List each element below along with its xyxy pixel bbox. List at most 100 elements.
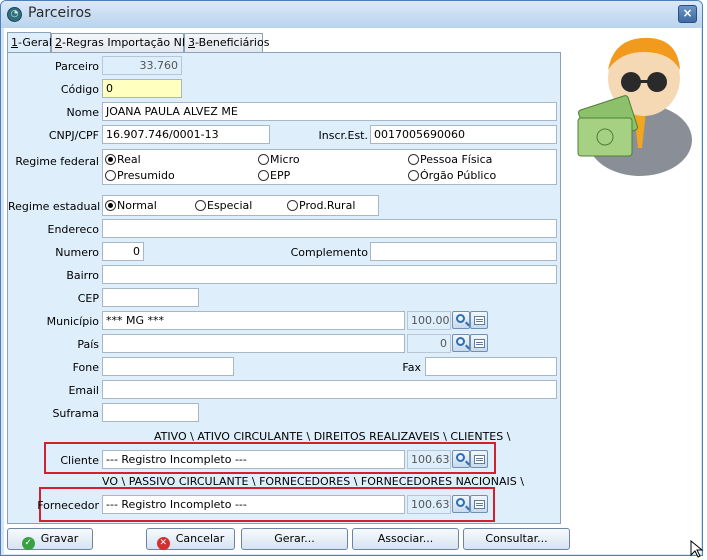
tab-geral[interactable]: 1-Geral — [7, 32, 52, 53]
tab-geral-label: -Geral — [18, 36, 52, 49]
fone-label: Fone — [72, 361, 99, 374]
gravar-button[interactable]: ✓ Gravar — [7, 528, 93, 550]
municipio-field[interactable]: *** MG *** — [102, 311, 405, 330]
mascot-glass-bridge — [640, 80, 648, 83]
cancelar-label: Cancelar — [175, 532, 225, 545]
radio-prod-rural[interactable]: Prod.Rural — [287, 199, 355, 212]
cnpj-field[interactable]: 16.907.746/0001-13 — [102, 125, 270, 144]
municipio-list-button[interactable] — [470, 311, 488, 329]
regime-estadual-label: Regime estadual — [8, 200, 101, 213]
fornecedor-code: 100.631 — [407, 495, 451, 514]
radio-presumido-dot — [105, 170, 116, 181]
numero-field[interactable]: 0 — [102, 242, 144, 261]
complemento-field[interactable] — [370, 242, 557, 261]
tab-regras-label: -Regras Importação NFe — [62, 36, 195, 49]
inscr-est-field[interactable]: 0017005690060 — [370, 125, 557, 144]
window-title: Parceiros — [28, 5, 92, 21]
radio-presumido-label: Presumido — [117, 169, 175, 182]
gerar-label: Gerar... — [274, 532, 315, 545]
list-icon — [474, 500, 485, 509]
list-icon — [474, 316, 485, 325]
radio-real[interactable]: Real — [105, 153, 141, 166]
gerar-button[interactable]: Gerar... — [241, 528, 348, 550]
email-label: Email — [68, 384, 99, 397]
fornecedor-list-button[interactable] — [470, 495, 488, 513]
radio-normal[interactable]: Normal — [105, 199, 157, 212]
fornecedor-field[interactable]: --- Registro Incompleto --- — [102, 495, 405, 514]
fone-field[interactable] — [102, 357, 234, 376]
radio-real-dot — [105, 154, 116, 165]
nome-field[interactable]: JOANA PAULA ALVEZ ME — [102, 102, 557, 121]
radio-epp[interactable]: EPP — [258, 169, 290, 182]
tab-beneficiarios[interactable]: 3-Beneficiários — [184, 33, 269, 53]
bairro-field[interactable] — [102, 265, 557, 284]
cancel-icon: ✕ — [156, 537, 170, 550]
radio-micro[interactable]: Micro — [258, 153, 300, 166]
email-field[interactable] — [102, 380, 557, 399]
radio-real-label: Real — [117, 153, 141, 166]
radio-micro-label: Micro — [270, 153, 300, 166]
cliente-code: 100.630 — [407, 450, 451, 469]
search-icon — [456, 337, 465, 346]
radio-orgao-publico[interactable]: Órgão Público — [408, 169, 496, 182]
cep-field[interactable] — [102, 288, 199, 307]
tab-regras-importacao[interactable]: 2-Regras Importação NFe — [51, 33, 194, 53]
suframa-field[interactable] — [102, 403, 199, 422]
cliente-search-button[interactable] — [452, 450, 470, 468]
municipio-code: 100.000 — [407, 311, 451, 330]
radio-normal-label: Normal — [117, 199, 157, 212]
radio-pessoa-fisica-dot — [408, 154, 419, 165]
codigo-field[interactable]: 0 — [102, 79, 182, 98]
gravar-label: Gravar — [40, 532, 79, 545]
cliente-field[interactable]: --- Registro Incompleto --- — [102, 450, 405, 469]
fornecedor-search-button[interactable] — [452, 495, 470, 513]
close-button[interactable]: × — [678, 5, 697, 23]
endereco-field[interactable] — [102, 219, 557, 238]
pais-code: 0 — [407, 334, 451, 353]
codigo-label: Código — [60, 83, 99, 96]
nome-label: Nome — [66, 106, 99, 119]
list-icon — [474, 455, 485, 464]
consultar-button[interactable]: Consultar... — [463, 528, 570, 550]
radio-especial-label: Especial — [207, 199, 253, 212]
fornecedor-label: Fornecedor — [37, 499, 99, 512]
radio-prod-rural-label: Prod.Rural — [299, 199, 356, 212]
search-icon — [456, 453, 465, 462]
mascot-glass-left — [621, 72, 641, 92]
radio-especial-dot — [195, 200, 206, 211]
parceiros-window: ◔ Parceiros × 1-Geral 2-Regras Importaçã… — [0, 0, 703, 556]
radio-epp-label: EPP — [270, 169, 291, 182]
regime-federal-label: Regime federal — [15, 155, 99, 168]
associar-label: Associar... — [377, 532, 434, 545]
radio-micro-dot — [258, 154, 269, 165]
client-area: 1-Geral 2-Regras Importação NFe 3-Benefi… — [4, 28, 701, 554]
municipio-label: Município — [46, 315, 99, 328]
pais-list-button[interactable] — [470, 334, 488, 352]
fax-field[interactable] — [425, 357, 557, 376]
title-bar: ◔ Parceiros × — [1, 1, 702, 28]
app-icon: ◔ — [7, 7, 22, 22]
radio-orgao-publico-label: Órgão Público — [420, 169, 497, 182]
radio-especial[interactable]: Especial — [195, 199, 252, 212]
radio-pessoa-fisica[interactable]: Pessoa Física — [408, 153, 492, 166]
radio-presumido[interactable]: Presumido — [105, 169, 175, 182]
pais-field[interactable] — [102, 334, 405, 353]
bairro-label: Bairro — [66, 269, 99, 282]
numero-label: Numero — [55, 246, 99, 259]
tab-panel-geral: Parceiro 33.760 Código 0 Nome JOANA PAUL… — [7, 52, 561, 524]
pais-search-button[interactable] — [452, 334, 470, 352]
tab-beneficiarios-label: -Beneficiários — [195, 36, 270, 49]
regime-federal-group: Real Micro Pessoa Física Presumido EPP Ó… — [102, 149, 557, 185]
cep-label: CEP — [77, 292, 99, 305]
mascot-glass-right — [647, 72, 667, 92]
mouse-cursor-icon — [690, 540, 704, 558]
municipio-search-button[interactable] — [452, 311, 470, 329]
list-icon — [474, 339, 485, 348]
check-icon: ✓ — [21, 537, 35, 550]
cancelar-button[interactable]: ✕ Cancelar — [146, 528, 235, 550]
associar-button[interactable]: Associar... — [352, 528, 459, 550]
radio-normal-dot — [105, 200, 116, 211]
cliente-list-button[interactable] — [470, 450, 488, 468]
pais-label: País — [77, 338, 99, 351]
cnpj-label: CNPJ/CPF — [48, 129, 99, 142]
